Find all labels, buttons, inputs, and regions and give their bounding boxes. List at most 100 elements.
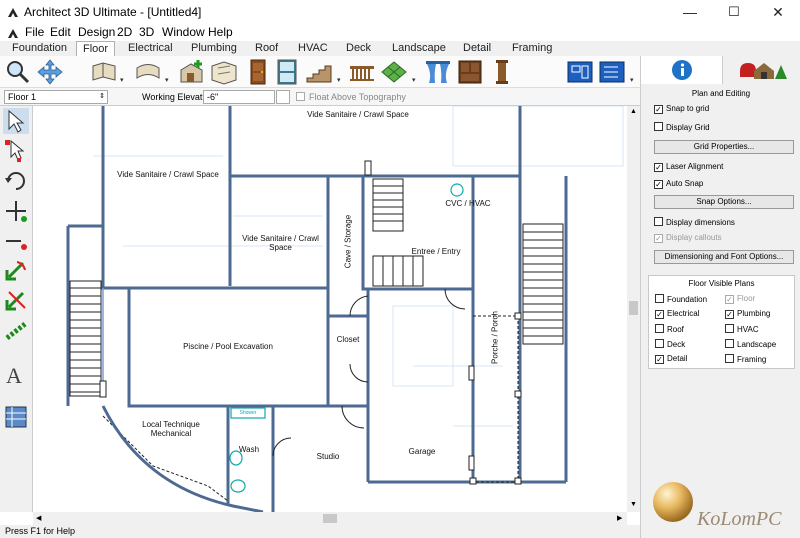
auto-snap-checkbox[interactable]: ✓ Auto Snap bbox=[654, 179, 703, 189]
plan-options-dropdown[interactable]: ▾ bbox=[630, 76, 634, 84]
door-icon[interactable] bbox=[244, 58, 272, 86]
tab-electrical[interactable]: Electrical bbox=[122, 41, 179, 56]
select-arrow-icon[interactable] bbox=[3, 108, 29, 134]
grid-properties-button[interactable]: Grid Properties... bbox=[654, 140, 794, 154]
library-icon[interactable] bbox=[3, 404, 29, 430]
vertical-scroll-thumb[interactable] bbox=[629, 301, 638, 315]
plan-framing-checkbox[interactable]: Framing bbox=[725, 354, 766, 365]
open-wall-icon[interactable] bbox=[90, 58, 118, 86]
floor-tile-icon[interactable] bbox=[380, 58, 408, 86]
measure-line-icon[interactable] bbox=[3, 228, 29, 254]
tab-hvac[interactable]: HVAC bbox=[292, 41, 334, 56]
scroll-right-icon[interactable]: ▶ bbox=[617, 514, 622, 522]
menu-file[interactable]: File bbox=[25, 25, 44, 39]
scroll-left-icon[interactable]: ◀ bbox=[36, 514, 41, 522]
curved-wall-dropdown[interactable]: ▾ bbox=[165, 76, 169, 84]
tab-roof[interactable]: Roof bbox=[249, 41, 284, 56]
menu-help[interactable]: Help bbox=[208, 25, 233, 39]
plan-detail-box[interactable]: ✓ bbox=[655, 355, 664, 364]
horizontal-scroll-thumb[interactable] bbox=[323, 514, 337, 523]
app-menu-icon[interactable] bbox=[7, 27, 19, 39]
spinner-icon[interactable]: ⇕ bbox=[99, 91, 105, 103]
display-dimensions-box[interactable] bbox=[654, 217, 663, 226]
add-point-icon[interactable] bbox=[3, 198, 29, 224]
menu-edit[interactable]: Edit bbox=[50, 25, 71, 39]
stairs-icon[interactable] bbox=[305, 58, 333, 86]
info-tab[interactable] bbox=[641, 56, 723, 84]
plan-roof-box[interactable] bbox=[655, 324, 664, 333]
curved-wall-icon[interactable] bbox=[134, 58, 162, 86]
scroll-up-icon[interactable]: ▲ bbox=[630, 108, 637, 115]
snap-to-grid-checkbox[interactable]: ✓ Snap to grid bbox=[654, 104, 709, 114]
plan-plumbing-box[interactable]: ✓ bbox=[725, 310, 734, 319]
maximize-button[interactable]: ☐ bbox=[712, 0, 756, 24]
plan-detail-checkbox[interactable]: ✓ Detail bbox=[655, 354, 687, 364]
laser-alignment-box[interactable]: ✓ bbox=[654, 163, 663, 172]
curtain-icon[interactable] bbox=[424, 58, 452, 86]
cabinet-icon[interactable] bbox=[456, 58, 484, 86]
menu-design[interactable]: Design bbox=[78, 25, 115, 39]
pan-icon[interactable] bbox=[36, 58, 64, 86]
room-add-icon[interactable] bbox=[178, 58, 206, 86]
plan-hvac-box[interactable] bbox=[725, 324, 734, 333]
menu-window[interactable]: Window bbox=[162, 25, 205, 39]
tab-framing[interactable]: Framing bbox=[506, 41, 558, 56]
menu-3d[interactable]: 3D bbox=[139, 25, 154, 39]
plan-electrical-checkbox[interactable]: ✓ Electrical bbox=[655, 309, 699, 319]
snap-to-grid-box[interactable]: ✓ bbox=[654, 105, 663, 114]
library-tab[interactable] bbox=[725, 56, 800, 84]
floor-plan-icon[interactable] bbox=[210, 58, 238, 86]
snap-options-button[interactable]: Snap Options... bbox=[654, 195, 794, 209]
elevation-dropdown-button[interactable] bbox=[276, 90, 290, 104]
auto-snap-box[interactable]: ✓ bbox=[654, 180, 663, 189]
tab-detail[interactable]: Detail bbox=[457, 41, 497, 56]
close-button[interactable]: ✕ bbox=[756, 0, 800, 24]
tab-floor[interactable]: Floor bbox=[76, 41, 116, 57]
plan-roof-checkbox[interactable]: Roof bbox=[655, 324, 684, 335]
tab-plumbing[interactable]: Plumbing bbox=[185, 41, 243, 56]
laser-alignment-checkbox[interactable]: ✓ Laser Alignment bbox=[654, 162, 723, 172]
text-tool-icon[interactable]: A bbox=[3, 361, 29, 388]
plan-options-icon[interactable] bbox=[598, 58, 626, 86]
plan-foundation-checkbox[interactable]: Foundation bbox=[655, 294, 707, 305]
display-dimensions-checkbox[interactable]: Display dimensions bbox=[654, 217, 735, 228]
plan-view-icon[interactable] bbox=[566, 58, 594, 86]
plan-foundation-box[interactable] bbox=[655, 294, 664, 303]
scroll-down-icon[interactable]: ▼ bbox=[630, 501, 637, 508]
plan-electrical-box[interactable]: ✓ bbox=[655, 310, 664, 319]
minimize-button[interactable]: — bbox=[668, 0, 712, 24]
plan-landscape-checkbox[interactable]: Landscape bbox=[725, 339, 776, 350]
vertical-scrollbar[interactable]: ▲ ▼ bbox=[627, 106, 640, 512]
watermark-text: KoLomPC bbox=[697, 508, 782, 530]
chain-icon[interactable] bbox=[3, 318, 29, 344]
plan-landscape-box[interactable] bbox=[725, 339, 734, 348]
dimensioning-font-button[interactable]: Dimensioning and Font Options... bbox=[654, 250, 794, 264]
magnifier-icon[interactable] bbox=[4, 58, 32, 86]
menu-2d[interactable]: 2D bbox=[117, 25, 132, 39]
floor-select[interactable]: Floor 1 ⇕ bbox=[4, 90, 108, 104]
tab-landscape[interactable]: Landscape bbox=[386, 41, 452, 56]
plan-hvac-checkbox[interactable]: HVAC bbox=[725, 324, 759, 335]
tab-deck[interactable]: Deck bbox=[340, 41, 377, 56]
multi-select-icon[interactable] bbox=[3, 138, 29, 164]
floor-plan-canvas[interactable]: Vide Sanitaire / Crawl Space Vide Sanita… bbox=[33, 106, 627, 512]
open-wall-dropdown[interactable]: ▾ bbox=[120, 76, 124, 84]
railing-icon[interactable] bbox=[348, 58, 376, 86]
elevation-input[interactable]: -6" bbox=[203, 90, 275, 104]
floor-tile-dropdown[interactable]: ▾ bbox=[412, 76, 416, 84]
tab-foundation[interactable]: Foundation bbox=[6, 41, 73, 56]
rotate-icon[interactable] bbox=[3, 168, 29, 194]
plan-deck-checkbox[interactable]: Deck bbox=[655, 339, 685, 350]
angle-arrow-icon[interactable] bbox=[3, 258, 29, 284]
display-grid-checkbox[interactable]: Display Grid bbox=[654, 122, 710, 133]
plan-deck-box[interactable] bbox=[655, 339, 664, 348]
horizontal-scrollbar[interactable]: ◀ ▶ bbox=[33, 512, 627, 525]
window-icon[interactable] bbox=[273, 58, 301, 86]
plan-plumbing-checkbox[interactable]: ✓ Plumbing bbox=[725, 309, 770, 319]
trim-arrow-icon[interactable] bbox=[3, 288, 29, 314]
column-icon[interactable] bbox=[488, 58, 516, 86]
plan-framing-box[interactable] bbox=[725, 354, 734, 363]
stairs-dropdown[interactable]: ▾ bbox=[337, 76, 341, 84]
display-grid-box[interactable] bbox=[654, 122, 663, 131]
float-checkbox[interactable] bbox=[296, 92, 305, 101]
